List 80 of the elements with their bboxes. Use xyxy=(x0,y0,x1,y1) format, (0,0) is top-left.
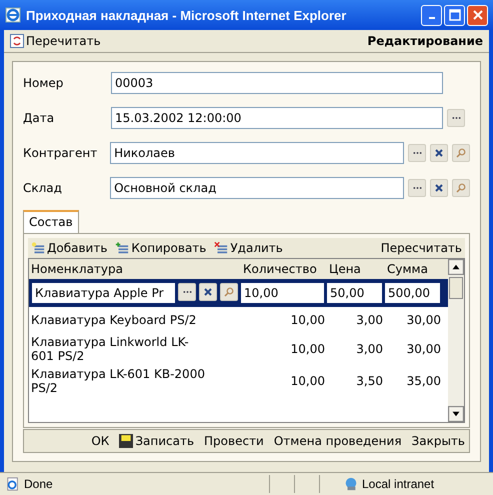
ellipsis-icon xyxy=(182,290,192,294)
recalculate-button[interactable]: Пересчитать xyxy=(380,241,462,255)
table-cell-text: Клавиатура LK-601 KB-2000 PS/2 xyxy=(30,367,206,395)
action-button[interactable]: Отмена проведения xyxy=(274,434,402,448)
save-button[interactable]: Записать xyxy=(119,434,194,448)
field-label: Контрагент xyxy=(23,146,98,160)
choose-button[interactable] xyxy=(178,283,196,301)
refresh-icon xyxy=(10,34,24,48)
search-icon xyxy=(224,287,234,297)
table-cell-text: 3,00 xyxy=(355,313,384,327)
page-icon xyxy=(6,477,20,491)
column-header[interactable]: Сумма xyxy=(385,262,443,276)
ellipsis-icon xyxy=(452,116,460,120)
table-cell-text: 3,00 xyxy=(355,342,384,356)
table-cell-text: 10,00 xyxy=(290,313,326,327)
ellipsis-icon xyxy=(412,186,422,190)
action-button[interactable]: Закрыть xyxy=(412,434,465,448)
table-row[interactable]: Клавиатура Apple Pr 10,00 50,00 500,00 xyxy=(29,279,448,307)
search-icon xyxy=(456,183,466,193)
close-button[interactable] xyxy=(467,4,488,26)
cell-input[interactable]: 10,00 xyxy=(241,283,324,303)
scrollbar[interactable] xyxy=(448,259,464,422)
field-label: Дата xyxy=(23,111,56,125)
cell-input[interactable]: 500,00 xyxy=(385,283,440,303)
choose-button[interactable] xyxy=(447,109,465,127)
text-field[interactable]: 00003 xyxy=(111,72,443,94)
clear-button[interactable] xyxy=(430,144,448,162)
clear-button[interactable] xyxy=(430,179,448,197)
table-cell-text: 10,00 xyxy=(290,342,326,356)
copy-button[interactable]: Копировать xyxy=(115,241,206,255)
minimize-button[interactable] xyxy=(421,4,442,26)
field-label: Склад xyxy=(23,181,63,195)
scroll-thumb[interactable] xyxy=(449,277,463,299)
choose-button[interactable] xyxy=(408,179,426,197)
scroll-up-icon[interactable] xyxy=(448,259,464,275)
search-icon xyxy=(456,148,466,158)
cell-input[interactable]: Клавиатура Apple Pr xyxy=(32,283,175,303)
table-row[interactable]: Клавиатура LK-601 KB-2000 PS/2 10,00 3,50 35,00 xyxy=(29,365,448,397)
list-plus-icon xyxy=(115,241,130,255)
text-field[interactable]: Основной склад xyxy=(110,177,404,199)
refresh-button[interactable]: Перечитать xyxy=(10,34,101,48)
delete-button[interactable]: Удалить xyxy=(214,241,283,255)
list-cross-icon xyxy=(214,241,228,255)
list-star-icon xyxy=(31,241,45,255)
add-button[interactable]: Добавить xyxy=(31,241,108,255)
cell-input[interactable]: 50,00 xyxy=(327,283,382,303)
table-cell-text: 10,00 xyxy=(290,374,326,388)
choose-button[interactable] xyxy=(408,144,426,162)
scroll-down-icon[interactable] xyxy=(448,406,464,422)
column-header[interactable]: Номенклатура xyxy=(29,262,241,276)
window-title: Приходная накладная - Microsoft Internet Explorer xyxy=(26,8,348,22)
browser-logo-icon xyxy=(5,7,21,23)
clear-button[interactable] xyxy=(199,283,217,301)
clear-icon xyxy=(204,288,212,296)
table-cell-text: 35,00 xyxy=(406,374,442,388)
status-text: Done xyxy=(24,477,53,491)
column-header[interactable]: Количество xyxy=(241,262,327,276)
table-cell-text: 30,00 xyxy=(406,313,442,327)
table-row[interactable]: Клавиатура Keyboard PS/2 10,00 3,00 30,00 xyxy=(29,307,448,333)
column-header[interactable]: Цена xyxy=(327,262,385,276)
close-icon xyxy=(472,9,484,21)
text-field[interactable]: 15.03.2002 12:00:00 xyxy=(111,107,443,129)
table-row[interactable]: Клавиатура Linkworld LK-601 PS/2 10,00 3,00 30,00 xyxy=(29,333,448,365)
action-button[interactable]: Провести xyxy=(204,434,264,448)
table-cell-text: 3,50 xyxy=(355,374,384,388)
mode-label: Редактирование xyxy=(367,34,483,48)
maximize-icon xyxy=(448,9,460,21)
field-label: Номер xyxy=(23,76,64,90)
action-button[interactable]: ОК xyxy=(91,434,110,448)
clear-icon xyxy=(435,149,443,157)
tab[interactable]: Состав xyxy=(23,210,79,233)
table-cell-text: Клавиатура Linkworld LK-601 PS/2 xyxy=(30,335,190,363)
minimize-icon xyxy=(428,17,434,19)
maximize-button[interactable] xyxy=(444,4,465,26)
table-cell-text: Клавиатура Keyboard PS/2 xyxy=(30,313,198,327)
text-field[interactable]: Николаев xyxy=(110,142,404,164)
zone-text: Local intranet xyxy=(362,477,436,491)
clear-icon xyxy=(435,184,443,192)
ellipsis-icon xyxy=(412,151,422,155)
table-cell-text: 30,00 xyxy=(406,342,442,356)
